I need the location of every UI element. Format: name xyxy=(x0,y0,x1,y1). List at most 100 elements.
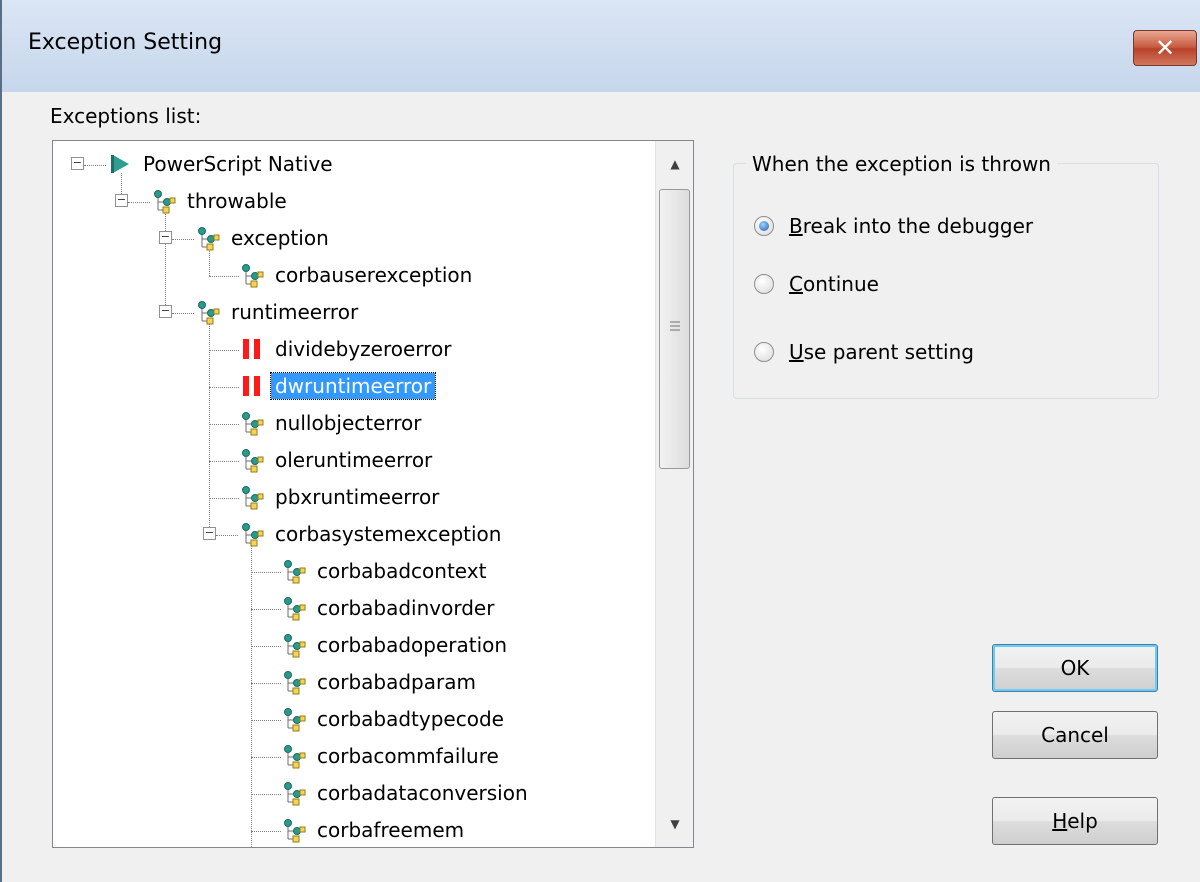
radio-mnemonic: C xyxy=(789,272,803,296)
radio-mnemonic: U xyxy=(789,340,804,364)
tree-node-label[interactable]: runtimeerror xyxy=(227,299,362,325)
tree-node[interactable]: dividebyzeroerror xyxy=(53,334,653,368)
close-icon: ✕ xyxy=(1154,34,1176,62)
scrollbar-thumb[interactable] xyxy=(659,189,690,469)
tree-node[interactable]: corbauserexception xyxy=(53,260,653,294)
tree-node[interactable]: dwruntimeerror xyxy=(53,371,653,405)
class-hierarchy-icon xyxy=(239,410,265,436)
tree-node-label[interactable]: dwruntimeerror xyxy=(269,372,437,400)
class-hierarchy-icon xyxy=(151,188,177,214)
tree-connector xyxy=(251,646,281,647)
class-hierarchy-icon xyxy=(281,817,307,843)
cancel-button[interactable]: Cancel xyxy=(992,711,1158,759)
radio-button[interactable] xyxy=(754,216,774,236)
tree-connector xyxy=(84,165,106,166)
scroll-down-arrow-icon[interactable]: ▼ xyxy=(656,809,693,839)
tree-connector xyxy=(209,461,239,462)
tree-connector xyxy=(209,498,239,499)
tree-node-label[interactable]: PowerScript Native xyxy=(139,151,337,177)
tree-node-label[interactable]: nullobjecterror xyxy=(271,410,426,436)
break-icon xyxy=(239,373,265,399)
tree-node[interactable]: − PowerScript Native xyxy=(53,149,653,183)
tree-node[interactable]: − exception xyxy=(53,223,653,257)
tree-node-label[interactable]: oleruntimeerror xyxy=(271,447,436,473)
vertical-scrollbar[interactable]: ▲ ▼ xyxy=(655,141,693,847)
class-hierarchy-icon xyxy=(281,632,307,658)
class-hierarchy-icon xyxy=(239,262,265,288)
tree-node[interactable]: − throwable xyxy=(53,186,653,220)
tree-node[interactable]: corbabadoperation xyxy=(53,630,653,664)
radio-label[interactable]: Use parent setting xyxy=(789,338,974,366)
tree-connector xyxy=(251,609,281,610)
radio-selected-dot-icon xyxy=(759,221,769,231)
tree-node[interactable]: corbacommfailure xyxy=(53,741,653,775)
break-icon xyxy=(239,336,265,362)
tree-node[interactable]: corbabadparam xyxy=(53,667,653,701)
play-icon xyxy=(107,151,133,177)
tree-node[interactable]: nullobjecterror xyxy=(53,408,653,442)
collapse-toggle-icon[interactable]: − xyxy=(159,305,172,318)
class-hierarchy-icon xyxy=(195,299,221,325)
radio-label-rest: reak into the debugger xyxy=(802,214,1034,238)
tree-node[interactable]: corbabadcontext xyxy=(53,556,653,590)
class-hierarchy-icon xyxy=(281,595,307,621)
exceptions-list-label: Exceptions list: xyxy=(50,104,202,128)
groupbox-legend: When the exception is thrown xyxy=(746,152,1057,176)
collapse-toggle-icon[interactable]: − xyxy=(71,157,84,170)
title-bar[interactable]: Exception Setting ✕ xyxy=(2,0,1200,92)
tree-node-label[interactable]: corbadataconversion xyxy=(313,780,532,806)
tree-connector xyxy=(251,831,281,832)
class-hierarchy-icon xyxy=(281,743,307,769)
class-hierarchy-icon xyxy=(281,558,307,584)
tree-node[interactable]: − runtimeerror xyxy=(53,297,653,331)
collapse-toggle-icon[interactable]: − xyxy=(115,194,128,207)
tree-connector xyxy=(251,683,281,684)
tree-node-label[interactable]: corbasystemexception xyxy=(271,521,505,547)
tree-node[interactable]: pbxruntimeerror xyxy=(53,482,653,516)
tree-node-label[interactable]: pbxruntimeerror xyxy=(271,484,443,510)
tree-node[interactable]: oleruntimeerror xyxy=(53,445,653,479)
window-title: Exception Setting xyxy=(28,30,223,55)
radio-label[interactable]: Continue xyxy=(789,270,879,298)
class-hierarchy-icon xyxy=(281,669,307,695)
class-hierarchy-icon xyxy=(239,447,265,473)
tree-connector xyxy=(209,350,239,351)
scroll-grip-icon xyxy=(670,321,680,331)
class-hierarchy-icon xyxy=(195,225,221,251)
tree-node-label[interactable]: corbabadparam xyxy=(313,669,480,695)
tree-node-label[interactable]: corbabadoperation xyxy=(313,632,511,658)
close-button[interactable]: ✕ xyxy=(1133,30,1197,66)
collapse-toggle-icon[interactable]: − xyxy=(159,231,172,244)
tree-connector xyxy=(172,313,194,314)
tree-connector xyxy=(251,720,281,721)
collapse-toggle-icon[interactable]: − xyxy=(203,527,216,540)
tree-node-label[interactable]: exception xyxy=(227,225,333,251)
tree-node[interactable]: − corbasystemexception xyxy=(53,519,653,553)
radio-button[interactable] xyxy=(754,274,774,294)
tree-node-label[interactable]: throwable xyxy=(183,188,291,214)
tree-node[interactable]: corbafreemem xyxy=(53,815,653,847)
tree-node[interactable]: corbabadinvorder xyxy=(53,593,653,627)
tree-node-label[interactable]: corbacommfailure xyxy=(313,743,503,769)
help-label-rest: elp xyxy=(1067,809,1098,833)
exception-setting-dialog: Exception Setting ✕ Exceptions list: − Po… xyxy=(0,0,1200,882)
help-button[interactable]: Help xyxy=(992,797,1158,845)
tree-node[interactable]: corbabadtypecode xyxy=(53,704,653,738)
exceptions-tree[interactable]: − PowerScript Native − throwable − exception c… xyxy=(52,140,694,848)
tree-connector xyxy=(209,424,239,425)
tree-connector xyxy=(128,202,150,203)
tree-node-label[interactable]: corbabadtypecode xyxy=(313,706,508,732)
tree-node-label[interactable]: corbafreemem xyxy=(313,817,468,843)
tree-node-label[interactable]: corbabadinvorder xyxy=(313,595,498,621)
tree-node-label[interactable]: corbabadcontext xyxy=(313,558,490,584)
ok-button[interactable]: OK xyxy=(992,644,1158,692)
radio-label-rest: ontinue xyxy=(802,272,879,296)
radio-label[interactable]: Break into the debugger xyxy=(789,212,1033,240)
tree-connector xyxy=(216,535,238,536)
scroll-up-arrow-icon[interactable]: ▲ xyxy=(656,149,693,179)
tree-node-label[interactable]: dividebyzeroerror xyxy=(271,336,455,362)
radio-button[interactable] xyxy=(754,342,774,362)
tree-node[interactable]: corbadataconversion xyxy=(53,778,653,812)
tree-node-label[interactable]: corbauserexception xyxy=(271,262,476,288)
tree-connector xyxy=(172,239,194,240)
